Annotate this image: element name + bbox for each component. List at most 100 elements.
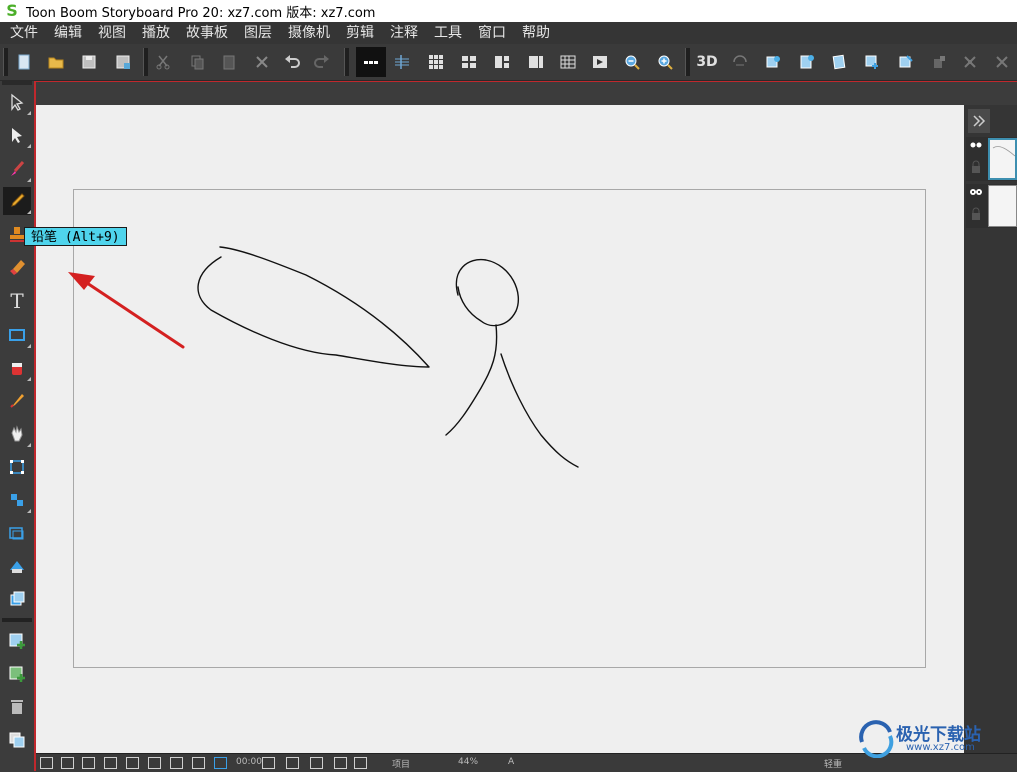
- copy-button[interactable]: [185, 50, 209, 74]
- save-as-button[interactable]: [111, 50, 135, 74]
- grid-button[interactable]: [424, 50, 448, 74]
- menu-help[interactable]: 帮助: [514, 22, 558, 44]
- angle-label[interactable]: A: [508, 757, 514, 767]
- text-tool[interactable]: T: [3, 287, 31, 315]
- layer-thumbnail[interactable]: [988, 185, 1017, 227]
- menu-storyboard[interactable]: 故事板: [178, 22, 236, 44]
- field-guide-icon[interactable]: [126, 757, 139, 769]
- eye-icon[interactable]: [968, 140, 984, 150]
- layer-thumbnail-sketch: [992, 146, 1016, 157]
- redo-button[interactable]: [310, 50, 334, 74]
- drawing-canvas[interactable]: [36, 105, 964, 753]
- rectangle-tool[interactable]: [3, 321, 31, 349]
- reset-rotate-icon[interactable]: [61, 757, 74, 769]
- zoom-in-button[interactable]: [653, 50, 677, 74]
- reset-view-icon[interactable]: [40, 757, 53, 769]
- add-panel-icon: [9, 633, 25, 649]
- layer-thumbnail-selected[interactable]: [988, 138, 1017, 180]
- grid-icon[interactable]: [104, 757, 117, 769]
- render-icon[interactable]: [354, 757, 367, 769]
- preview-icon[interactable]: [334, 757, 347, 769]
- light-table-icon[interactable]: [310, 757, 323, 769]
- layer-edit-button[interactable]: [894, 50, 918, 74]
- grid-icon: [429, 55, 443, 69]
- layout2-button[interactable]: [490, 50, 514, 74]
- select-tool[interactable]: [3, 88, 31, 116]
- onion-skin-icon[interactable]: [286, 757, 299, 769]
- eraser-tool[interactable]: [3, 253, 31, 281]
- perspective-tool[interactable]: [3, 552, 31, 580]
- hand-tool[interactable]: [3, 420, 31, 448]
- view-mode-label[interactable]: 项目: [392, 757, 410, 770]
- panel-strip-button[interactable]: [356, 47, 386, 77]
- zoom-level[interactable]: 44%: [458, 757, 478, 767]
- lock-icon[interactable]: [968, 207, 984, 221]
- add-panel-tool[interactable]: [3, 627, 31, 655]
- menu-camera[interactable]: 摄像机: [280, 22, 338, 44]
- menu-annotate[interactable]: 注释: [382, 22, 426, 44]
- layout-button[interactable]: [457, 50, 481, 74]
- 3d-button[interactable]: 3D: [695, 50, 719, 74]
- layer-tool[interactable]: [3, 585, 31, 613]
- zoom-out-button[interactable]: [620, 50, 644, 74]
- x-button[interactable]: [958, 50, 982, 74]
- menu-view[interactable]: 视图: [90, 22, 134, 44]
- undo-button[interactable]: [280, 50, 304, 74]
- brush-icon: [11, 161, 25, 176]
- add-layer-tool[interactable]: [3, 660, 31, 688]
- paint-tool[interactable]: [3, 354, 31, 382]
- save-button[interactable]: [77, 50, 101, 74]
- close-button[interactable]: [990, 50, 1014, 74]
- scene-button[interactable]: [794, 50, 818, 74]
- paste-button[interactable]: [217, 50, 241, 74]
- open-button[interactable]: [44, 50, 68, 74]
- layer-row[interactable]: [966, 184, 1017, 228]
- new-button[interactable]: [12, 50, 36, 74]
- cut-button[interactable]: [151, 50, 175, 74]
- 3d-rotate-button[interactable]: [728, 50, 752, 74]
- sound-icon: [395, 55, 409, 69]
- panel-strip-icon: [364, 61, 378, 64]
- layer-lock-button[interactable]: [927, 50, 951, 74]
- timeline-button[interactable]: [588, 50, 612, 74]
- table-icon[interactable]: [192, 757, 205, 769]
- layer-add-button[interactable]: [860, 50, 884, 74]
- frame-icon[interactable]: [148, 757, 161, 769]
- menu-play[interactable]: 播放: [134, 22, 178, 44]
- delete-tool[interactable]: [3, 693, 31, 721]
- cutter-tool[interactable]: [3, 519, 31, 547]
- contour-tool[interactable]: [3, 486, 31, 514]
- camera-mask-icon[interactable]: [214, 757, 227, 769]
- safe-area-icon[interactable]: [82, 757, 95, 769]
- bg-icon[interactable]: [262, 757, 275, 769]
- eye-icon[interactable]: [968, 187, 984, 197]
- menu-window[interactable]: 窗口: [470, 22, 514, 44]
- menu-file[interactable]: 文件: [2, 22, 46, 44]
- menu-layer[interactable]: 图层: [236, 22, 280, 44]
- toolbar-grip[interactable]: [3, 48, 8, 76]
- brush-tool[interactable]: [3, 155, 31, 183]
- duplicate-tool[interactable]: [3, 726, 31, 754]
- cut-icon: [156, 55, 170, 70]
- expand-panel-button[interactable]: [968, 109, 990, 133]
- layer-lock-icon: [934, 56, 945, 68]
- menu-tools[interactable]: 工具: [426, 22, 470, 44]
- camera-button[interactable]: [761, 50, 785, 74]
- menu-cut[interactable]: 剪辑: [338, 22, 382, 44]
- thumbnails-button[interactable]: [556, 50, 580, 74]
- fit-icon[interactable]: [170, 757, 183, 769]
- dropper-tool[interactable]: [3, 387, 31, 415]
- layer-row[interactable]: [966, 137, 1017, 181]
- pencil-tool[interactable]: [3, 187, 31, 215]
- panel-button[interactable]: [827, 50, 851, 74]
- sound-button[interactable]: [390, 50, 414, 74]
- delete-button[interactable]: [250, 50, 274, 74]
- layout3-button[interactable]: [524, 50, 548, 74]
- toolbar-grip[interactable]: [2, 81, 32, 85]
- select-points-tool[interactable]: [3, 453, 31, 481]
- stage-view[interactable]: [36, 105, 964, 753]
- menu-edit[interactable]: 编辑: [46, 22, 90, 44]
- transform-tool[interactable]: [3, 121, 31, 149]
- lock-icon[interactable]: [968, 160, 984, 174]
- toolbar-separator: [344, 48, 349, 76]
